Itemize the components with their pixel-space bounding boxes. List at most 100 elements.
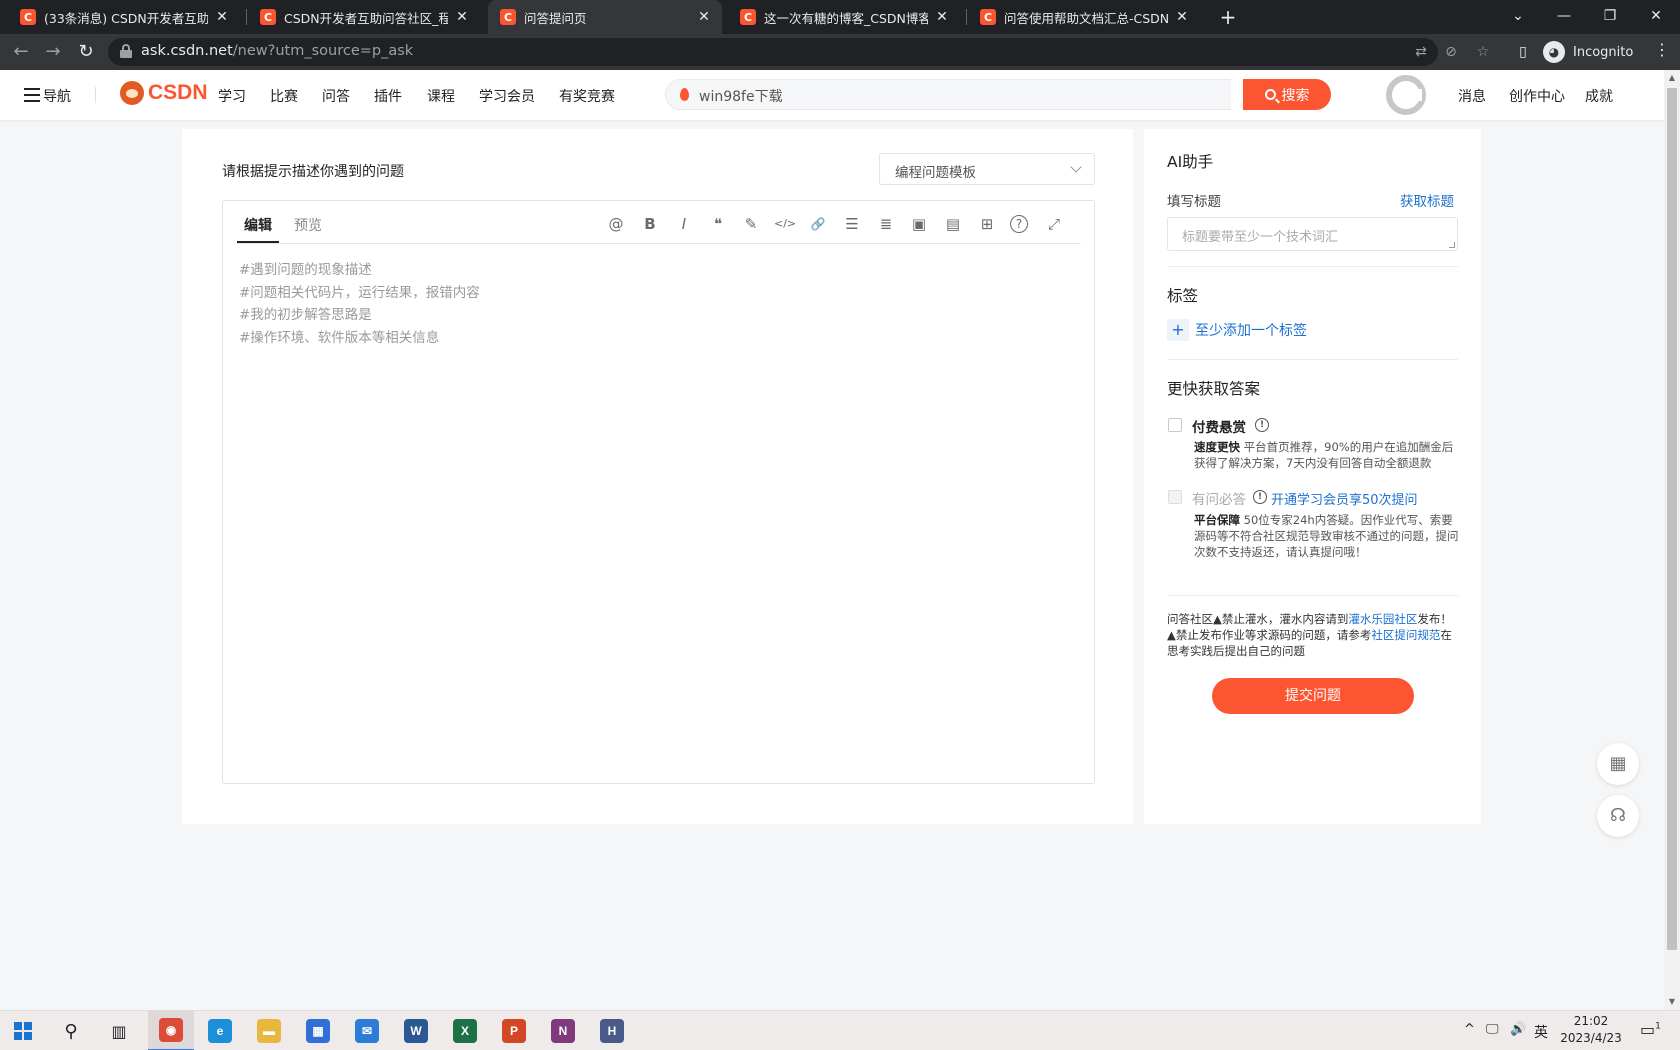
guidelines-link[interactable]: 社区提问规范 — [1371, 628, 1440, 642]
get-title-link[interactable]: 获取标题 — [1400, 190, 1454, 210]
scrollbar-thumb[interactable] — [1667, 88, 1677, 950]
taskbar-app-chrome[interactable]: ◉ — [148, 1011, 194, 1050]
minimize-button[interactable]: — — [1542, 0, 1586, 32]
link-icon[interactable]: 🔗 — [807, 213, 829, 235]
tab-close-icon[interactable]: ✕ — [454, 9, 470, 25]
taskbar-app-app[interactable]: H — [589, 1011, 635, 1050]
water-garden-link[interactable]: 灌水乐园社区 — [1348, 612, 1417, 626]
side-panel-icon[interactable]: ▯ — [1514, 43, 1532, 61]
taskbar-app-word[interactable]: W — [393, 1011, 439, 1050]
volume-icon[interactable]: 🔊 — [1510, 1022, 1526, 1037]
must-answer-checkbox[interactable] — [1168, 490, 1182, 504]
tab-close-icon[interactable]: ✕ — [696, 9, 712, 25]
nav-item[interactable]: 学习会员 — [479, 86, 535, 106]
tab-edit[interactable]: 编辑 — [244, 215, 272, 235]
browser-tab[interactable]: C CSDN开发者互助问答社区_程序员 ✕ — [248, 0, 480, 34]
title-input[interactable]: 标题要带至少一个技术词汇 — [1167, 217, 1458, 251]
membership-link[interactable]: 开通学习会员享50次提问 — [1271, 489, 1418, 508]
back-icon[interactable]: ← — [9, 40, 33, 64]
reload-icon[interactable]: ↻ — [74, 40, 98, 64]
browser-tab[interactable]: C 这一次有糖的博客_CSDN博客-领 ✕ — [728, 0, 960, 34]
app-icon: H — [600, 1019, 624, 1043]
eye-off-icon[interactable]: ⊘ — [1442, 43, 1460, 61]
tab-close-icon[interactable]: ✕ — [1174, 9, 1190, 25]
customer-service-icon[interactable]: ☊ — [1597, 795, 1639, 837]
task-view-icon[interactable]: ▥ — [96, 1011, 142, 1050]
menu-icon[interactable]: ⋮ — [1652, 40, 1672, 59]
network-icon[interactable]: 🖵 — [1486, 1022, 1499, 1037]
info-icon[interactable]: ! — [1253, 490, 1267, 504]
resize-handle-icon[interactable] — [1449, 242, 1455, 248]
nav-label[interactable]: 导航 — [43, 86, 71, 106]
taskbar-app-mail[interactable]: ✉ — [344, 1011, 390, 1050]
header-messages[interactable]: 消息 — [1458, 86, 1486, 106]
taskbar-app-onenote[interactable]: N — [540, 1011, 586, 1050]
code-icon[interactable]: </> — [774, 213, 796, 235]
search-input[interactable]: win98fe下载 — [665, 79, 1231, 110]
translate-icon[interactable]: ⇄ — [1412, 43, 1430, 61]
info-icon[interactable]: ! — [1255, 418, 1269, 432]
tab-preview[interactable]: 预览 — [294, 215, 322, 235]
scroll-down-icon[interactable]: ▼ — [1664, 994, 1680, 1010]
nav-item[interactable]: 学习 — [218, 86, 246, 106]
header-achievements[interactable]: 成就 — [1585, 86, 1613, 106]
scroll-up-icon[interactable]: ▲ — [1664, 70, 1680, 86]
italic-icon[interactable]: I — [673, 213, 695, 235]
table-icon[interactable]: ⊞ — [976, 213, 998, 235]
highlight-icon[interactable]: ✎ — [740, 213, 762, 235]
browser-tab[interactable]: C (33条消息) CSDN开发者互助问答社区 ✕ — [8, 0, 240, 34]
search-icon[interactable]: ⚲ — [48, 1011, 94, 1050]
page-scrollbar[interactable]: ▲ ▼ — [1664, 70, 1680, 1010]
submit-question-button[interactable]: 提交问题 — [1212, 678, 1414, 714]
mention-icon[interactable]: @ — [605, 213, 627, 235]
address-bar[interactable]: ask.csdn.net/new?utm_source=p_ask ⇄ — [108, 38, 1438, 66]
numbered-list-icon[interactable]: ≣ — [875, 213, 897, 235]
image-icon[interactable]: ▣ — [908, 213, 930, 235]
browser-tab[interactable]: C 问答使用帮助文档汇总-CSDN社区 ✕ — [968, 0, 1200, 34]
new-tab-button[interactable]: + — [1215, 4, 1241, 30]
system-clock[interactable]: 21:02 2023/4/23 — [1556, 1013, 1626, 1047]
notification-icon[interactable]: ▭1 — [1640, 1020, 1661, 1039]
task-list-icon[interactable]: ▤ — [942, 213, 964, 235]
ime-indicator[interactable]: 英 — [1534, 1022, 1548, 1042]
bold-icon[interactable]: B — [639, 213, 661, 235]
paid-bounty-label[interactable]: 付费悬赏 — [1192, 416, 1246, 436]
search-button[interactable]: 搜索 — [1243, 79, 1331, 110]
taskbar-app-store[interactable]: ▦ — [295, 1011, 341, 1050]
url-text[interactable]: ask.csdn.net/new?utm_source=p_ask — [141, 43, 413, 59]
tab-close-icon[interactable]: ✕ — [934, 9, 950, 25]
tab-close-icon[interactable]: ✕ — [214, 9, 230, 25]
fullscreen-icon[interactable]: ⤢ — [1043, 213, 1065, 235]
qr-code-icon[interactable]: ▦ — [1597, 743, 1639, 785]
incognito-indicator[interactable]: ◕ Incognito — [1543, 40, 1633, 64]
browser-tab-active[interactable]: C 问答提问页 ✕ — [488, 0, 722, 34]
markdown-editor[interactable]: 编辑 预览 @ B I ❝ ✎ </> 🔗 ☰ ≣ ▣ ▤ ⊞ ? ⤢ #遇到问… — [222, 200, 1095, 784]
bookmark-star-icon[interactable]: ☆ — [1474, 43, 1492, 61]
taskbar-app-explorer[interactable]: ▬ — [246, 1011, 292, 1050]
csdn-logo[interactable]: CSDN — [120, 81, 208, 105]
nav-item[interactable]: 比赛 — [270, 86, 298, 106]
forward-icon[interactable]: → — [41, 40, 65, 64]
template-select[interactable]: 编程问题模板 — [879, 153, 1095, 185]
paid-bounty-checkbox[interactable] — [1168, 418, 1182, 432]
help-icon[interactable]: ? — [1010, 215, 1028, 233]
taskbar-app-powerpoint[interactable]: P — [491, 1011, 537, 1050]
restore-button[interactable]: ❐ — [1588, 0, 1632, 32]
add-tag-button[interactable]: + 至少添加一个标签 — [1167, 319, 1307, 341]
nav-item[interactable]: 课程 — [427, 86, 455, 106]
quote-icon[interactable]: ❝ — [707, 213, 729, 235]
avatar[interactable] — [1386, 75, 1426, 115]
close-window-button[interactable]: ✕ — [1634, 0, 1678, 32]
nav-item[interactable]: 有奖竞赛 — [559, 86, 615, 106]
bullet-list-icon[interactable]: ☰ — [841, 213, 863, 235]
lock-icon[interactable] — [120, 44, 132, 58]
taskbar-app-excel[interactable]: X — [442, 1011, 488, 1050]
taskbar-app-edge[interactable]: e — [197, 1011, 243, 1050]
hamburger-icon[interactable] — [24, 88, 40, 102]
tray-chevron-icon[interactable]: ^ — [1464, 1022, 1475, 1037]
tab-search-icon[interactable]: ⌄ — [1496, 0, 1540, 32]
nav-item[interactable]: 问答 — [322, 86, 350, 106]
start-button[interactable] — [0, 1011, 46, 1050]
header-creator-center[interactable]: 创作中心 — [1509, 86, 1565, 106]
nav-item[interactable]: 插件 — [374, 86, 402, 106]
